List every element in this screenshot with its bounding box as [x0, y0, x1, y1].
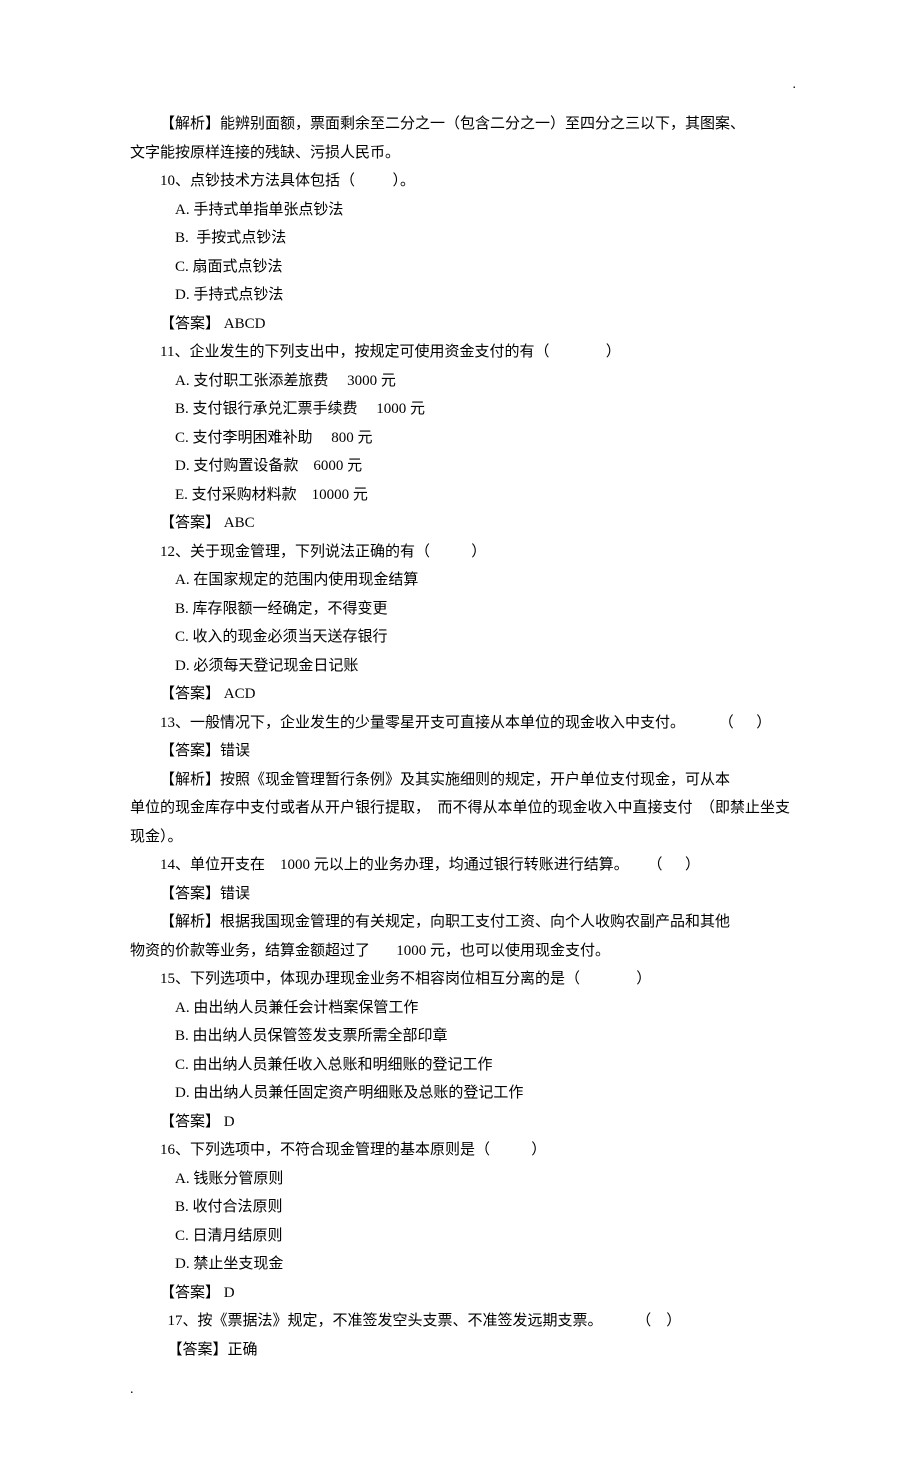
document-page: . 【解析】能辨别面额，票面剩余至二分之一（包含二分之一）至四分之三以下，其图案… — [0, 0, 920, 1484]
text-line: 【答案】错误 — [130, 737, 810, 766]
text-line: 【答案】 ABC — [130, 509, 810, 538]
text-line: 物资的价款等业务，结算金额超过了 1000 元，也可以使用现金支付。 — [130, 937, 810, 966]
text-line: 【答案】 D — [130, 1108, 810, 1137]
text-line: A. 支付职工张添差旅费 3000 元 — [130, 367, 810, 396]
text-line: B. 支付银行承兑汇票手续费 1000 元 — [130, 395, 810, 424]
text-line: C. 日清月结原则 — [130, 1222, 810, 1251]
corner-marker: . — [793, 72, 797, 99]
text-line: D. 禁止坐支现金 — [130, 1250, 810, 1279]
text-line: 文字能按原样连接的残缺、污损人民币。 — [130, 139, 810, 168]
text-line: 17、按《票据法》规定，不准签发空头支票、不准签发远期支票。 （ ） — [130, 1307, 810, 1336]
text-line: C. 收入的现金必须当天送存银行 — [130, 623, 810, 652]
text-line: 10、点钞技术方法具体包括（ ）。 — [130, 167, 810, 196]
text-line: 13、一般情况下，企业发生的少量零星开支可直接从本单位的现金收入中支付。 （ ） — [130, 709, 810, 738]
text-line: B. 由出纳人员保管签发支票所需全部印章 — [130, 1022, 810, 1051]
text-line: B. 库存限额一经确定，不得变更 — [130, 595, 810, 624]
text-line: D. 支付购置设备款 6000 元 — [130, 452, 810, 481]
text-line: 【解析】根据我国现金管理的有关规定，向职工支付工资、向个人收购农副产品和其他 — [130, 908, 810, 937]
text-line: A. 在国家规定的范围内使用现金结算 — [130, 566, 810, 595]
text-line: 16、下列选项中，不符合现金管理的基本原则是（ ） — [130, 1136, 810, 1165]
text-line: 【答案】 ACD — [130, 680, 810, 709]
text-line: B. 收付合法原则 — [130, 1193, 810, 1222]
text-line: C. 扇面式点钞法 — [130, 253, 810, 282]
text-line: 12、关于现金管理，下列说法正确的有（ ） — [130, 538, 810, 567]
text-line: 【解析】能辨别面额，票面剩余至二分之一（包含二分之一）至四分之三以下，其图案、 — [130, 110, 810, 139]
text-line: B. 手按式点钞法 — [130, 224, 810, 253]
document-body: 【解析】能辨别面额，票面剩余至二分之一（包含二分之一）至四分之三以下，其图案、文… — [130, 110, 810, 1364]
text-line: D. 必须每天登记现金日记账 — [130, 652, 810, 681]
text-line: E. 支付采购材料款 10000 元 — [130, 481, 810, 510]
text-line: 15、下列选项中，体现办理现金业务不相容岗位相互分离的是（ ） — [130, 965, 810, 994]
text-line: 【答案】正确 — [130, 1336, 810, 1365]
text-line: 【解析】按照《现金管理暂行条例》及其实施细则的规定，开户单位支付现金，可从本 — [130, 766, 810, 795]
text-line: 11、企业发生的下列支出中，按规定可使用资金支付的有（ ） — [130, 338, 810, 367]
text-line: 【答案】 ABCD — [130, 310, 810, 339]
text-line: C. 支付李明困难补助 800 元 — [130, 424, 810, 453]
text-line: D. 由出纳人员兼任固定资产明细账及总账的登记工作 — [130, 1079, 810, 1108]
footer-marker: . — [130, 1377, 134, 1404]
text-line: 现金）。 — [130, 823, 810, 852]
text-line: 【答案】错误 — [130, 880, 810, 909]
text-line: C. 由出纳人员兼任收入总账和明细账的登记工作 — [130, 1051, 810, 1080]
text-line: A. 钱账分管原则 — [130, 1165, 810, 1194]
text-line: A. 由出纳人员兼任会计档案保管工作 — [130, 994, 810, 1023]
text-line: 14、单位开支在 1000 元以上的业务办理，均通过银行转账进行结算。 （ ） — [130, 851, 810, 880]
text-line: D. 手持式点钞法 — [130, 281, 810, 310]
text-line: 单位的现金库存中支付或者从开户银行提取， 而不得从本单位的现金收入中直接支付 （… — [130, 794, 810, 823]
text-line: A. 手持式单指单张点钞法 — [130, 196, 810, 225]
